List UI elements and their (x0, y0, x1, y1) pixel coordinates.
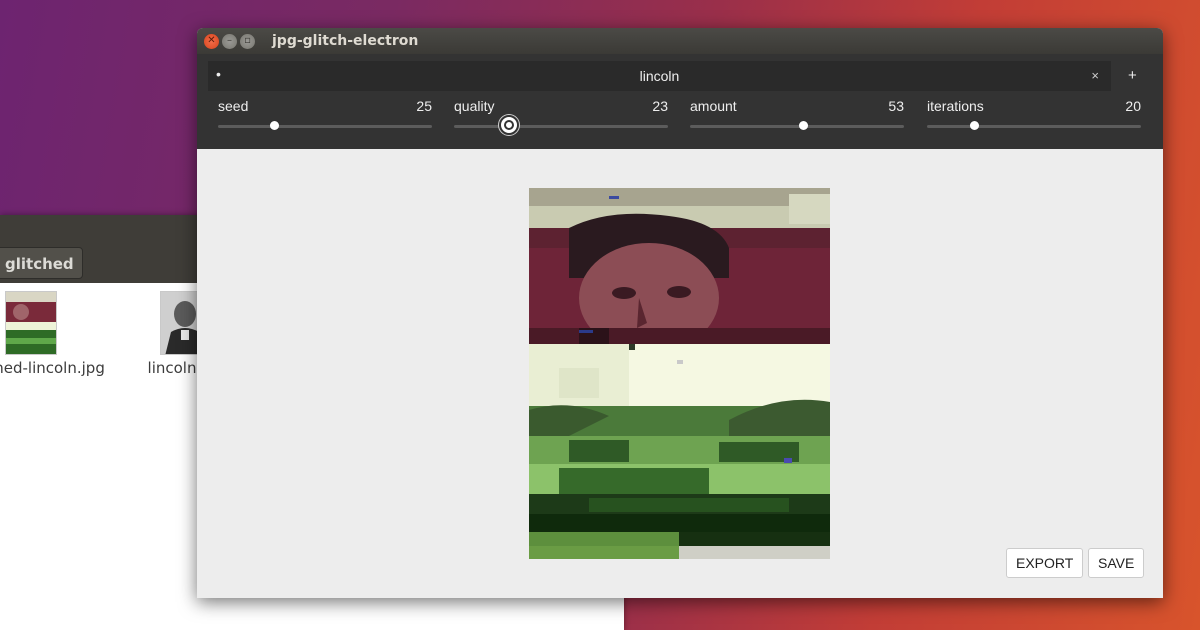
breadcrumb-glitched[interactable]: glitched (0, 247, 83, 279)
maximize-window-icon[interactable]: ▫ (240, 33, 255, 49)
export-button[interactable]: EXPORT (1006, 548, 1084, 578)
iterations-value: 20 (1125, 98, 1141, 114)
quality-label: quality (454, 98, 495, 114)
iterations-label: iterations (927, 98, 984, 114)
amount-label: amount (690, 98, 737, 114)
seed-value: 25 (416, 98, 432, 114)
seed-label: seed (218, 98, 249, 114)
tab-close-icon[interactable]: × (1091, 68, 1099, 83)
titlebar: ✕ – ▫ jpg-glitch-electron (197, 28, 1163, 54)
file-name: ched-lincoln.jpg (0, 359, 105, 377)
quality-value: 23 (652, 98, 668, 114)
app-window: ✕ – ▫ jpg-glitch-electron • lincoln × + … (197, 28, 1163, 598)
minimize-window-icon[interactable]: – (222, 33, 237, 49)
tab-title: lincoln (639, 68, 680, 84)
window-title: jpg-glitch-electron (272, 33, 419, 49)
iterations-slider-thumb[interactable] (970, 121, 980, 130)
quality-slider-track[interactable] (454, 125, 668, 128)
add-tab-icon[interactable]: + (1128, 67, 1137, 84)
glitched-image (529, 188, 830, 559)
amount-slider-track[interactable] (690, 125, 904, 128)
amount-value: 53 (888, 98, 904, 114)
glitched-lincoln-thumbnail-icon (5, 291, 57, 355)
toolbar: • lincoln × + seed 25 quality 23 amount … (197, 54, 1163, 149)
file-item-glitched-lincoln[interactable]: ched-lincoln.jpg (0, 291, 105, 377)
canvas-area: EXPORT SAVE (197, 149, 1163, 598)
quality-slider-thumb[interactable] (498, 115, 519, 135)
iterations-slider-track[interactable] (927, 125, 1141, 128)
close-window-icon[interactable]: ✕ (204, 33, 219, 49)
seed-slider-track[interactable] (218, 125, 432, 128)
seed-slider-thumb[interactable] (269, 121, 279, 130)
tab-lincoln[interactable]: • lincoln × (208, 61, 1111, 91)
save-button[interactable]: SAVE (1088, 548, 1145, 578)
amount-slider-thumb[interactable] (799, 121, 809, 130)
